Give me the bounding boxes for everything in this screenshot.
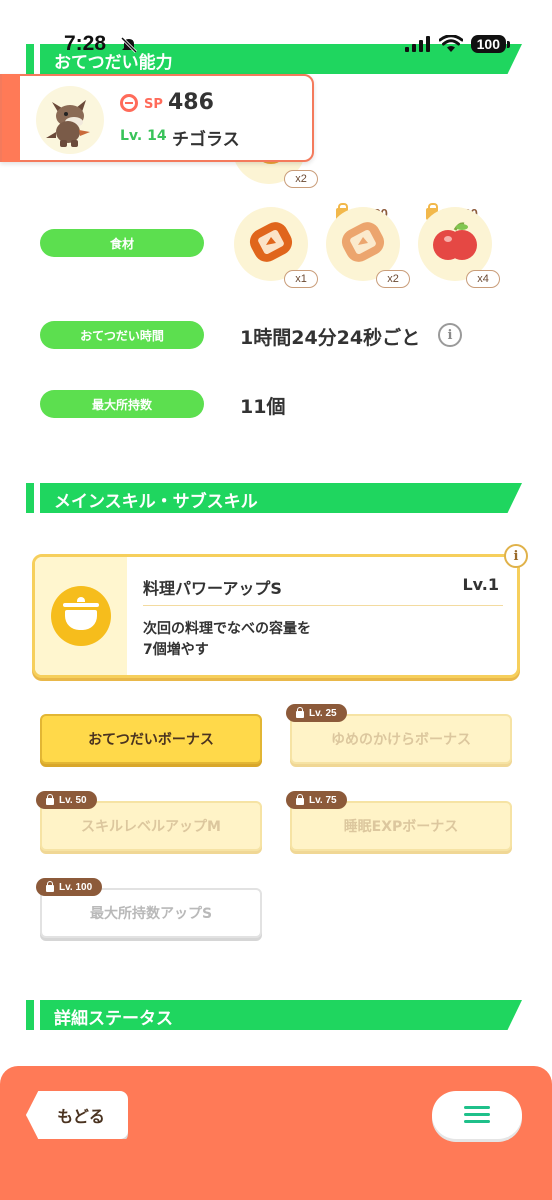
max-carry-value: 11個 — [240, 396, 286, 418]
lock-icon — [46, 793, 54, 805]
desc-line-1: 次回の料理でなべの容量を — [143, 621, 311, 637]
menu-icon — [464, 1106, 490, 1124]
ingredients-pill: 食材 — [40, 229, 204, 257]
sub-skill-1[interactable]: おてつだいボーナス — [40, 714, 262, 764]
max-carry-pill: 最大所持数 — [40, 390, 204, 418]
section-accent — [26, 483, 34, 513]
status-bar: 7:28 100 — [0, 0, 552, 60]
wifi-icon — [438, 35, 463, 52]
pot-knob — [77, 597, 85, 602]
tyrunt-icon — [46, 100, 90, 147]
status-time: 7:28 — [64, 32, 107, 55]
skill-icon-panel — [35, 557, 127, 675]
unlock-level: Lv. 50 — [59, 794, 87, 806]
divider — [143, 605, 503, 606]
unlock-level: Lv. 75 — [309, 794, 337, 806]
help-time-pill: おてつだい時間 — [40, 321, 204, 349]
cooking-pot-icon — [51, 586, 111, 646]
main-skill-level: Lv.1 — [462, 575, 499, 594]
lock-icon — [46, 880, 54, 892]
main-skill-description: 次回の料理でなべの容量を 7個増やす — [143, 619, 443, 661]
apple-icon — [433, 222, 477, 260]
sub-skill-3-lock-badge: Lv. 50 — [36, 791, 97, 809]
lock-icon — [296, 793, 304, 805]
main-skill-card[interactable]: 料理パワーアップS Lv.1 次回の料理でなべの容量を 7個増やす — [32, 554, 520, 678]
pokemon-avatar — [36, 86, 104, 154]
status-icons: 100 — [404, 35, 511, 53]
main-skill-name: 料理パワーアップS — [143, 579, 282, 598]
sub-skill-4-lock-badge: Lv. 75 — [286, 791, 347, 809]
unlock-level: Lv. 100 — [59, 881, 93, 893]
ingredient-qty-3: x4 — [466, 270, 500, 288]
signal-icon — [404, 36, 430, 52]
berry-qty-badge: x2 — [284, 170, 318, 188]
section-header-skills: メインスキル・サブスキル — [26, 483, 522, 513]
section-header-detailed-status: 詳細ステータス — [26, 1000, 522, 1030]
section-accent — [26, 1000, 34, 1030]
section-title: 詳細ステータス — [54, 1009, 173, 1029]
menu-line — [464, 1120, 490, 1123]
ingredient-qty-1: x1 — [284, 270, 318, 288]
help-time-info-icon[interactable]: i — [438, 323, 462, 347]
ingredient-qty-2: x2 — [376, 270, 410, 288]
sausage-icon — [341, 222, 385, 262]
pokemon-card[interactable]: SP 486 Lv. 14 チゴラス — [0, 74, 314, 162]
lock-icon — [296, 706, 304, 718]
menu-line — [464, 1106, 490, 1109]
pokemon-level: Lv. 14 — [120, 128, 167, 144]
pokemon-name: チゴラス — [172, 130, 240, 150]
unlock-level: Lv. 25 — [309, 707, 337, 719]
pokeball-icon — [120, 94, 138, 112]
sp-value: 486 — [168, 90, 214, 115]
card-tab — [2, 74, 20, 162]
menu-line — [464, 1113, 490, 1116]
skill-info-icon[interactable]: i — [504, 544, 528, 568]
section-title: メインスキル・サブスキル — [54, 492, 258, 512]
battery-indicator: 100 — [470, 35, 511, 53]
pot-bowl — [65, 610, 97, 630]
desc-line-2: 7個増やす — [143, 642, 209, 658]
menu-button[interactable] — [432, 1091, 522, 1139]
bell-off-icon — [120, 36, 138, 54]
sub-skill-2-lock-badge: Lv. 25 — [286, 704, 347, 722]
pot-lid — [63, 603, 99, 607]
sausage-icon — [249, 222, 293, 262]
back-button[interactable]: もどる — [26, 1091, 128, 1139]
sp-label: SP — [144, 97, 163, 112]
help-time-value: 1時間24分24秒ごと — [240, 327, 421, 349]
sub-skill-5-lock-badge: Lv. 100 — [36, 878, 103, 896]
